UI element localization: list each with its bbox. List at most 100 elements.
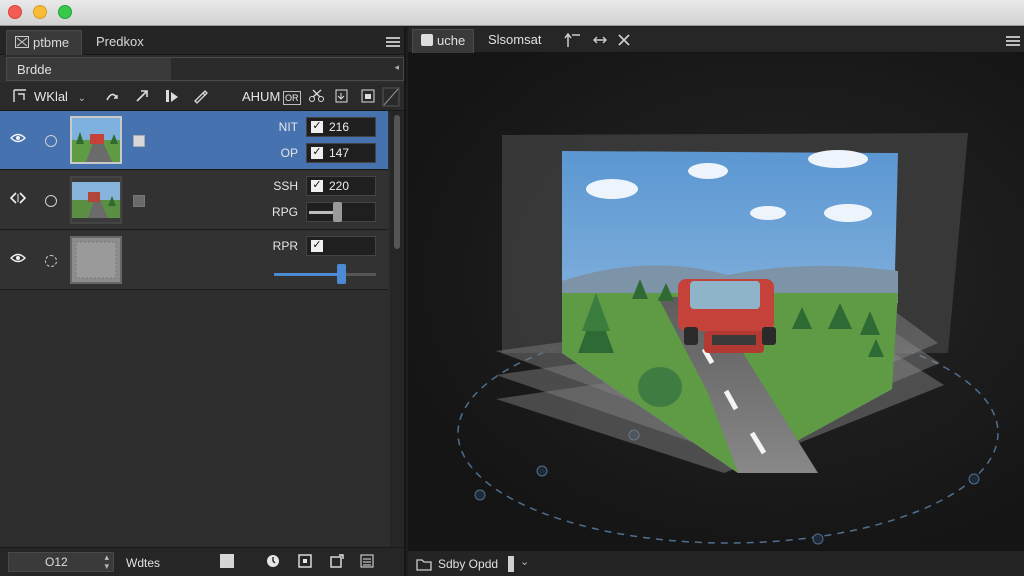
- tab-label: Predkox: [96, 34, 144, 49]
- or-label: OR: [283, 91, 301, 105]
- layers-bottom-bar: O12 ▴ ▾ Wdtes: [0, 547, 404, 576]
- frame-icon[interactable]: [12, 87, 28, 107]
- layer-name-dropdown[interactable]: WKlal ⌄: [34, 87, 86, 107]
- list-icon[interactable]: [360, 554, 374, 568]
- layer-thumbnail: [70, 176, 122, 224]
- circle-dashed-icon[interactable]: [45, 255, 57, 267]
- tab-label: Slsomsat: [488, 32, 542, 47]
- tab-label: uche: [437, 33, 466, 48]
- orbit-handle[interactable]: [968, 473, 980, 485]
- zoom-stepper[interactable]: O12 ▴ ▾: [8, 552, 114, 572]
- 3d-scene: [457, 133, 999, 545]
- cube-icon: [421, 34, 433, 46]
- bridge-dropdown-field: [171, 58, 403, 80]
- tab-ptbme[interactable]: ptbme: [6, 30, 82, 55]
- layer-row[interactable]: SSH ✓ 220 RPG: [0, 171, 388, 230]
- close-window-button[interactable]: [8, 5, 22, 19]
- pen-icon[interactable]: [192, 87, 208, 107]
- slider-knob[interactable]: [337, 264, 346, 284]
- aux-label: AHUM: [242, 89, 281, 104]
- layer-mask-checkbox[interactable]: [133, 135, 145, 147]
- move-horizontal-icon[interactable]: [592, 31, 608, 52]
- viewport-panel: uche Slsomsat Sdby Opdd ⌄: [408, 27, 1024, 576]
- folder-icon: [416, 557, 432, 574]
- param-label: NIT: [278, 120, 298, 134]
- status-text: Sdby Opdd: [438, 557, 499, 571]
- 3d-viewport[interactable]: [408, 53, 1024, 550]
- param-field-op[interactable]: ✓ 147: [306, 143, 376, 163]
- layer-name-label: WKlal: [34, 89, 68, 104]
- visibility-eye-icon[interactable]: [10, 252, 26, 267]
- param-value: 220: [329, 179, 350, 193]
- scrollbar-thumb[interactable]: [394, 115, 400, 249]
- chevron-down-icon[interactable]: ⌄: [520, 555, 529, 568]
- square-icon[interactable]: [220, 554, 234, 568]
- lock-icon[interactable]: [45, 135, 57, 147]
- status-toggle[interactable]: [508, 556, 514, 572]
- layers-tab-icon: [15, 36, 29, 48]
- layer-row[interactable]: NIT ✓ 216 OP ✓ 147: [0, 111, 388, 170]
- check-icon[interactable]: ✓: [311, 240, 323, 252]
- zoom-window-button[interactable]: [58, 5, 72, 19]
- check-icon[interactable]: ✓: [311, 147, 323, 159]
- align-icon[interactable]: [164, 87, 180, 107]
- orbit-handle[interactable]: [812, 533, 824, 545]
- bridge-dropdown[interactable]: Brdde ◂: [6, 57, 404, 81]
- layers-panel: ptbme Predkox Brdde ◂ WKlal ⌄ AHUM OR NI…: [0, 27, 406, 576]
- visibility-split-icon[interactable]: [9, 192, 27, 207]
- param-slider-rpg[interactable]: [306, 202, 376, 222]
- new-layer-icon[interactable]: [330, 554, 344, 568]
- arrow-icon[interactable]: [134, 87, 150, 107]
- slider-knob[interactable]: [333, 202, 342, 222]
- orbit-handle[interactable]: [474, 489, 486, 501]
- tab-predkox[interactable]: Predkox: [88, 30, 152, 55]
- or-toggle[interactable]: OR: [283, 87, 301, 107]
- tab-uche[interactable]: uche: [412, 29, 475, 53]
- viewport-tabs: uche Slsomsat: [408, 27, 1024, 53]
- tab-label: ptbme: [33, 35, 70, 50]
- zoom-value: O12: [45, 555, 68, 569]
- bridge-label: Brdde: [17, 62, 52, 77]
- export-icon[interactable]: [334, 87, 350, 107]
- minimize-window-button[interactable]: [33, 5, 47, 19]
- preview-icon[interactable]: [360, 87, 376, 107]
- bottom-label: Wdtes: [126, 556, 161, 570]
- tab-slsomsat[interactable]: Slsomsat: [480, 29, 549, 53]
- viewport-status-bar: Sdby Opdd ⌄: [408, 550, 1024, 576]
- layers-scrollbar[interactable]: [390, 111, 404, 551]
- up-arrow-icon[interactable]: [564, 31, 582, 52]
- param-label: SSH: [273, 179, 298, 193]
- chevron-left-icon: ◂: [394, 62, 399, 72]
- slider-fill: [274, 273, 340, 276]
- param-slider[interactable]: [274, 264, 376, 285]
- viewport-menu-icon[interactable]: [1006, 36, 1020, 46]
- param-value: 147: [329, 146, 350, 160]
- param-value: 216: [329, 120, 350, 134]
- check-icon[interactable]: ✓: [311, 180, 323, 192]
- frame-square-icon[interactable]: [298, 554, 312, 568]
- clock-icon[interactable]: [266, 554, 280, 568]
- layer-thumbnail: [70, 236, 122, 284]
- close-icon[interactable]: [616, 31, 632, 52]
- scissors-icon[interactable]: [308, 87, 326, 107]
- layer-mask-checkbox[interactable]: [133, 195, 145, 207]
- param-label: RPG: [271, 205, 298, 219]
- check-icon[interactable]: ✓: [311, 121, 323, 133]
- link-icon[interactable]: [104, 87, 120, 107]
- param-field-ssh[interactable]: ✓ 220: [306, 176, 376, 196]
- layers-toolbar: WKlal ⌄ AHUM OR: [0, 83, 404, 111]
- param-label: RPR: [272, 239, 298, 253]
- window-title-bar: [0, 0, 1024, 26]
- layer-thumbnail: [70, 116, 122, 164]
- chevron-down-icon: ⌄: [77, 93, 86, 104]
- param-label: OP: [280, 146, 298, 160]
- param-field-rpr[interactable]: ✓: [306, 236, 376, 256]
- param-field-nit[interactable]: ✓ 216: [306, 117, 376, 137]
- expand-icon[interactable]: [382, 87, 400, 107]
- layer-row[interactable]: RPR ✓: [0, 231, 388, 290]
- lock-icon[interactable]: [45, 195, 57, 207]
- stepper-arrows-icon[interactable]: ▴ ▾: [104, 553, 109, 571]
- panel-menu-icon[interactable]: [386, 37, 400, 47]
- orbit-handle[interactable]: [536, 465, 548, 477]
- visibility-eye-icon[interactable]: [10, 132, 26, 147]
